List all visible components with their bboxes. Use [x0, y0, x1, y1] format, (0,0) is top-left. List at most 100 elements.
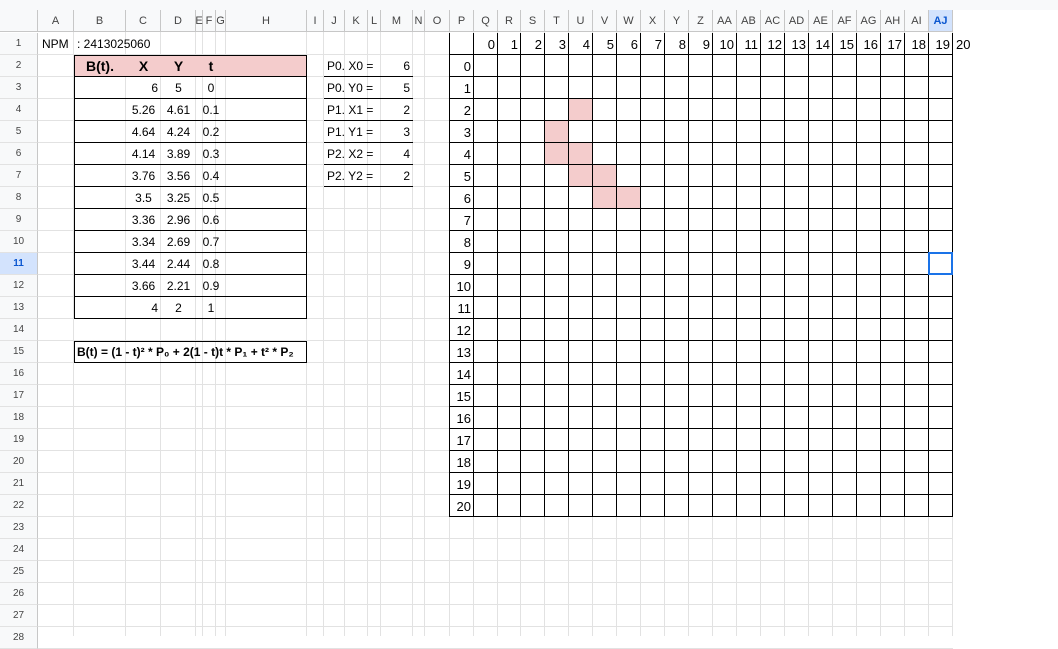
grid-x-label[interactable]: 7	[641, 33, 665, 55]
row-header-13[interactable]: 13	[0, 297, 38, 319]
grid-y-label[interactable]: 17	[450, 429, 474, 451]
table-cell-x[interactable]: 4.14	[126, 143, 161, 165]
control-point-value[interactable]: 2	[381, 99, 413, 121]
npm-value[interactable]: : 2413025060	[74, 33, 194, 55]
grid-y-label[interactable]: 12	[450, 319, 474, 341]
table-header-x[interactable]: X	[126, 55, 161, 77]
control-point-label[interactable]: P0. Y0 =	[324, 77, 381, 99]
table-cell-x[interactable]: 4	[126, 297, 161, 319]
column-header-ah[interactable]: AH	[881, 10, 905, 32]
row-header-4[interactable]: 4	[0, 99, 38, 121]
grid-x-label[interactable]: 16	[857, 33, 881, 55]
row-header-11[interactable]: 11	[0, 253, 38, 275]
column-header-af[interactable]: AF	[833, 10, 857, 32]
grid-y-label[interactable]: 0	[450, 55, 474, 77]
grid-x-label[interactable]: 9	[689, 33, 713, 55]
grid-x-label[interactable]: 14	[809, 33, 833, 55]
row-header-26[interactable]: 26	[0, 583, 38, 605]
column-header-c[interactable]: C	[126, 10, 161, 32]
grid-y-label[interactable]: 15	[450, 385, 474, 407]
grid-x-label[interactable]: 5	[593, 33, 617, 55]
table-cell-x[interactable]: 3.44	[126, 253, 161, 275]
table-cell-x[interactable]: 3.34	[126, 231, 161, 253]
column-header-f[interactable]: F	[203, 10, 216, 32]
grid-y-label[interactable]: 7	[450, 209, 474, 231]
control-point-value[interactable]: 6	[381, 55, 413, 77]
grid-x-label[interactable]: 18	[905, 33, 929, 55]
grid-x-label[interactable]: 3	[545, 33, 569, 55]
grid-x-label[interactable]: 1	[498, 33, 521, 55]
row-header-7[interactable]: 7	[0, 165, 38, 187]
grid-x-label[interactable]: 4	[569, 33, 593, 55]
column-header-ag[interactable]: AG	[857, 10, 881, 32]
control-point-label[interactable]: P1. X1 =	[324, 99, 381, 121]
column-header-v[interactable]: V	[593, 10, 617, 32]
column-header-r[interactable]: R	[498, 10, 521, 32]
grid-x-label[interactable]: 15	[833, 33, 857, 55]
column-header-s[interactable]: S	[521, 10, 545, 32]
grid-y-label[interactable]: 6	[450, 187, 474, 209]
grid-y-label[interactable]: 14	[450, 363, 474, 385]
select-all-corner[interactable]	[0, 10, 38, 32]
grid-x-label[interactable]: 19	[929, 33, 953, 55]
grid-y-label[interactable]: 11	[450, 297, 474, 319]
row-header-15[interactable]: 15	[0, 341, 38, 363]
table-cell-y[interactable]: 2.21	[161, 275, 196, 297]
grid-y-label[interactable]: 16	[450, 407, 474, 429]
grid-y-label[interactable]: 1	[450, 77, 474, 99]
grid-y-label[interactable]: 5	[450, 165, 474, 187]
table-cell-t[interactable]: 0.9	[196, 275, 226, 297]
row-header-1[interactable]: 1	[0, 33, 38, 55]
row-header-21[interactable]: 21	[0, 473, 38, 495]
column-header-ad[interactable]: AD	[785, 10, 809, 32]
column-header-o[interactable]: O	[425, 10, 450, 32]
table-cell-t[interactable]: 0.2	[196, 121, 226, 143]
control-point-value[interactable]: 3	[381, 121, 413, 143]
column-header-p[interactable]: P	[450, 10, 474, 32]
row-header-16[interactable]: 16	[0, 363, 38, 385]
grid-x-label[interactable]: 20	[953, 33, 973, 55]
row-header-25[interactable]: 25	[0, 561, 38, 583]
column-header-l[interactable]: L	[368, 10, 381, 32]
column-header-g[interactable]: G	[216, 10, 226, 32]
row-header-14[interactable]: 14	[0, 319, 38, 341]
column-header-t[interactable]: T	[545, 10, 569, 32]
row-header-23[interactable]: 23	[0, 517, 38, 539]
table-cell-y[interactable]: 3.89	[161, 143, 196, 165]
control-point-label[interactable]: P1. Y1 =	[324, 121, 381, 143]
table-cell-t[interactable]: 0	[196, 77, 226, 99]
table-cell-y[interactable]: 2.96	[161, 209, 196, 231]
bezier-formula[interactable]: B(t) = (1 - t)² * P₀ + 2(1 - t)t * P₁ + …	[74, 341, 307, 363]
table-cell-x[interactable]: 3.36	[126, 209, 161, 231]
table-cell-t[interactable]: 0.4	[196, 165, 226, 187]
npm-label[interactable]: NPM	[38, 33, 74, 55]
control-point-value[interactable]: 4	[381, 143, 413, 165]
row-header-2[interactable]: 2	[0, 55, 38, 77]
column-header-a[interactable]: A	[38, 10, 74, 32]
row-header-24[interactable]: 24	[0, 539, 38, 561]
control-point-label[interactable]: P0. X0 =	[324, 55, 381, 77]
grid-y-label[interactable]: 19	[450, 473, 474, 495]
grid-x-label[interactable]: 0	[474, 33, 498, 55]
control-point-value[interactable]: 2	[381, 165, 413, 187]
column-header-k[interactable]: K	[345, 10, 368, 32]
column-header-ae[interactable]: AE	[809, 10, 833, 32]
table-cell-x[interactable]: 3.66	[126, 275, 161, 297]
grid-y-label[interactable]: 13	[450, 341, 474, 363]
grid-y-label[interactable]: 3	[450, 121, 474, 143]
row-header-27[interactable]: 27	[0, 605, 38, 627]
row-header-8[interactable]: 8	[0, 187, 38, 209]
table-cell-x[interactable]: 5.26	[126, 99, 161, 121]
table-header-t[interactable]: t	[196, 55, 226, 77]
grid-x-label[interactable]: 11	[737, 33, 761, 55]
table-cell-y[interactable]: 2	[161, 297, 196, 319]
column-header-i[interactable]: I	[307, 10, 324, 32]
column-header-q[interactable]: Q	[474, 10, 498, 32]
grid-x-label[interactable]: 2	[521, 33, 545, 55]
column-header-aj[interactable]: AJ	[929, 10, 953, 32]
column-header-x[interactable]: X	[641, 10, 665, 32]
grid-y-label[interactable]: 2	[450, 99, 474, 121]
table-cell-y[interactable]: 4.24	[161, 121, 196, 143]
row-header-3[interactable]: 3	[0, 77, 38, 99]
grid-x-label[interactable]: 13	[785, 33, 809, 55]
